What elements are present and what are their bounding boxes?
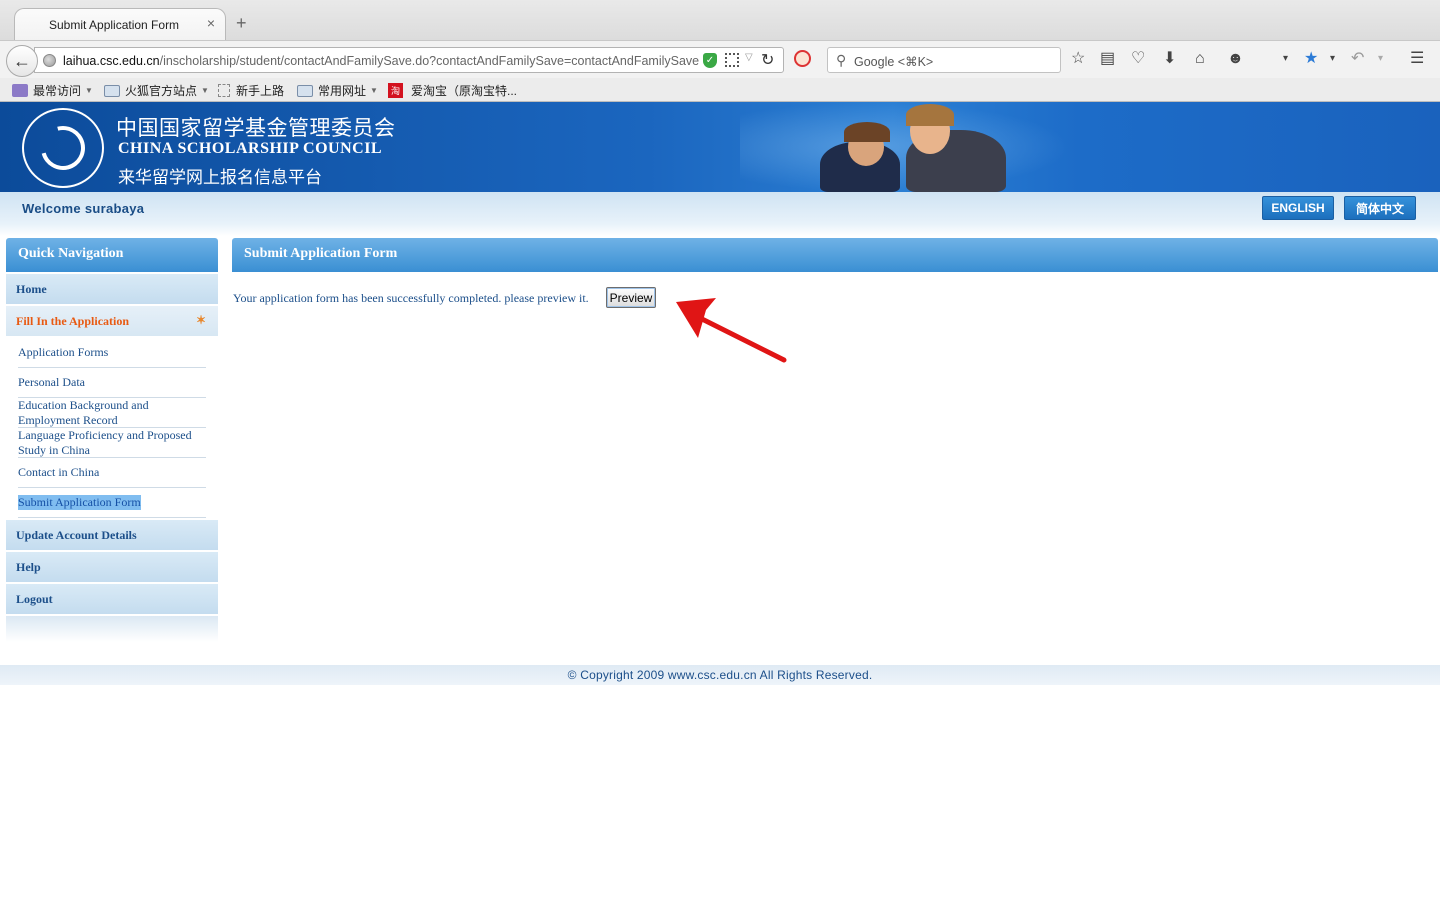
sidebar-item-home[interactable]: Home <box>6 274 218 304</box>
chevron-down-icon: ▼ <box>85 86 93 95</box>
active-star-icon: ✶ <box>195 313 206 327</box>
bookmark-firefox-site[interactable]: 火狐官方站点 ▼ <box>104 82 209 99</box>
bookmark-label: 最常访问 <box>33 84 82 98</box>
sidebar-footer <box>6 616 218 642</box>
home-icon[interactable]: ⌂ <box>1195 50 1205 68</box>
welcome-bar: Welcome surabaya ENGLISH 简体中文 <box>0 192 1440 224</box>
shield-icon[interactable]: ✓ <box>703 53 717 68</box>
extension-star-icon[interactable]: ★ <box>1304 50 1318 68</box>
reload-icon[interactable]: ↻ <box>761 50 774 70</box>
new-tab-icon[interactable]: + <box>236 14 247 32</box>
quick-navigation-sidebar: Quick Navigation Home Fill In the Applic… <box>6 238 218 642</box>
search-input[interactable]: Google <⌘K> <box>854 54 933 69</box>
sub-item-label: Contact in China <box>18 465 100 479</box>
sub-item-language-proficiency[interactable]: Language Proficiency and Proposed Study … <box>18 428 206 458</box>
sub-item-education-background[interactable]: Education Background and Employment Reco… <box>18 398 206 428</box>
qr-code-icon[interactable] <box>725 53 739 67</box>
bookmark-label: 新手上路 <box>236 84 285 98</box>
sub-item-label: Application Forms <box>18 345 109 359</box>
menu-icon[interactable]: ☰ <box>1410 50 1424 68</box>
sidebar-item-fill-in-application[interactable]: Fill In the Application ✶ <box>6 306 218 336</box>
page-icon <box>218 84 230 97</box>
toolbar-dropdown-icon[interactable]: ▾ <box>1283 50 1288 68</box>
reading-list-icon[interactable]: ▤ <box>1100 50 1115 68</box>
chevron-down-icon: ▼ <box>201 86 209 95</box>
bookmarks-bar: 最常访问 ▼ 火狐官方站点 ▼ 新手上路 常用网址 ▼ 淘爱淘宝（原淘宝特... <box>0 78 1440 102</box>
bookmark-most-visited[interactable]: 最常访问 ▼ <box>12 82 93 99</box>
red-annotation-arrow <box>676 298 787 363</box>
url-path: /inscholarship/student/contactAndFamilyS… <box>159 54 700 68</box>
adblock-icon[interactable] <box>794 50 811 67</box>
globe-icon <box>43 54 56 67</box>
sub-item-contact-in-china[interactable]: Contact in China <box>18 458 206 488</box>
bookmark-label: 火狐官方站点 <box>125 84 198 98</box>
pocket-icon[interactable]: ♡ <box>1131 50 1145 68</box>
sub-item-label: Language Proficiency and Proposed Study … <box>18 427 192 457</box>
bookmark-taobao[interactable]: 淘爱淘宝（原淘宝特... <box>388 82 517 99</box>
arrow-head <box>676 298 716 338</box>
search-icon: ⚲ <box>836 52 847 68</box>
browser-tab[interactable]: Submit Application Form × <box>14 8 226 41</box>
tab-title: Submit Application Form <box>49 18 180 32</box>
bookmark-label: 常用网址 <box>318 84 367 98</box>
sidebar-item-label: Home <box>16 282 47 296</box>
search-bar[interactable]: ⚲ Google <⌘K> <box>827 47 1061 73</box>
sidebar-title: Quick Navigation <box>6 238 218 272</box>
site-banner: 中国国家留学基金管理委员会 CHINA SCHOLARSHIP COUNCIL … <box>0 102 1440 192</box>
welcome-strip <box>0 224 1440 236</box>
taobao-icon: 淘 <box>388 83 403 98</box>
sub-item-application-forms[interactable]: Application Forms <box>18 338 206 368</box>
sub-item-label: Submit Application Form <box>18 495 141 510</box>
download-icon[interactable]: ⬇ <box>1163 50 1176 68</box>
undo-dropdown-icon[interactable]: ▾ <box>1378 50 1383 68</box>
arrow-shaft <box>693 313 787 363</box>
english-button[interactable]: ENGLISH <box>1262 196 1334 220</box>
back-button[interactable]: ← <box>6 45 38 77</box>
url-bar[interactable]: laihua.csc.edu.cn/inscholarship/student/… <box>34 47 784 73</box>
banner-subtitle-cn: 来华留学网上报名信息平台 <box>118 168 322 188</box>
csc-logo <box>22 108 104 188</box>
extension-dropdown-icon[interactable]: ▾ <box>1330 50 1335 68</box>
chevron-down-icon: ▼ <box>370 86 378 95</box>
sub-item-personal-data[interactable]: Personal Data <box>18 368 206 398</box>
bookmark-label: 爱淘宝（原淘宝特... <box>411 84 518 98</box>
preview-button[interactable]: Preview <box>606 287 656 308</box>
bookmark-star-icon[interactable]: ☆ <box>1071 50 1085 68</box>
url-dropdown-icon[interactable]: ▽ <box>745 52 753 63</box>
sidebar-item-update-account[interactable]: Update Account Details <box>6 520 218 550</box>
url-text: laihua.csc.edu.cn/inscholarship/student/… <box>63 54 699 68</box>
sub-item-label: Personal Data <box>18 375 85 389</box>
undo-icon[interactable]: ↶ <box>1351 50 1364 68</box>
sub-item-label: Education Background and Employment Reco… <box>18 397 149 427</box>
welcome-text: Welcome surabaya <box>22 201 145 216</box>
sidebar-item-logout[interactable]: Logout <box>6 584 218 614</box>
folder-icon <box>297 84 313 97</box>
tab-close-icon[interactable]: × <box>207 15 215 31</box>
sidebar-item-label: Help <box>16 560 41 574</box>
sidebar-item-label: Fill In the Application <box>16 314 130 328</box>
bookmark-common-sites[interactable]: 常用网址 ▼ <box>297 82 378 99</box>
back-arrow-icon: ← <box>13 50 31 71</box>
sub-item-submit-application-form[interactable]: Submit Application Form <box>18 488 206 518</box>
most-visited-icon <box>12 84 28 97</box>
folder-icon <box>104 84 120 97</box>
sidebar-item-label: Logout <box>16 592 53 606</box>
url-domain: laihua.csc.edu.cn <box>63 54 160 68</box>
main-panel-title: Submit Application Form <box>232 238 1438 272</box>
page-footer: © Copyright 2009 www.csc.edu.cn All Righ… <box>0 665 1440 685</box>
sidebar-item-help[interactable]: Help <box>6 552 218 582</box>
success-message: Your application form has been successfu… <box>233 291 589 305</box>
chat-icon[interactable]: ☻ <box>1227 50 1244 68</box>
sidebar-item-label: Update Account Details <box>16 528 137 542</box>
banner-title-cn: 中国国家留学基金管理委员会 <box>116 116 396 140</box>
copyright-text: © Copyright 2009 www.csc.edu.cn All Righ… <box>567 668 873 682</box>
banner-students-image <box>810 102 1010 192</box>
chinese-button[interactable]: 简体中文 <box>1344 196 1416 220</box>
browser-toolbar: laihua.csc.edu.cn/inscholarship/student/… <box>0 40 1440 78</box>
browser-tab-bar: Submit Application Form × + <box>0 0 1440 41</box>
application-sub-list: Application Forms Personal Data Educatio… <box>6 336 218 518</box>
banner-title-en: CHINA SCHOLARSHIP COUNCIL <box>118 140 383 157</box>
bookmark-getting-started[interactable]: 新手上路 <box>218 82 284 99</box>
